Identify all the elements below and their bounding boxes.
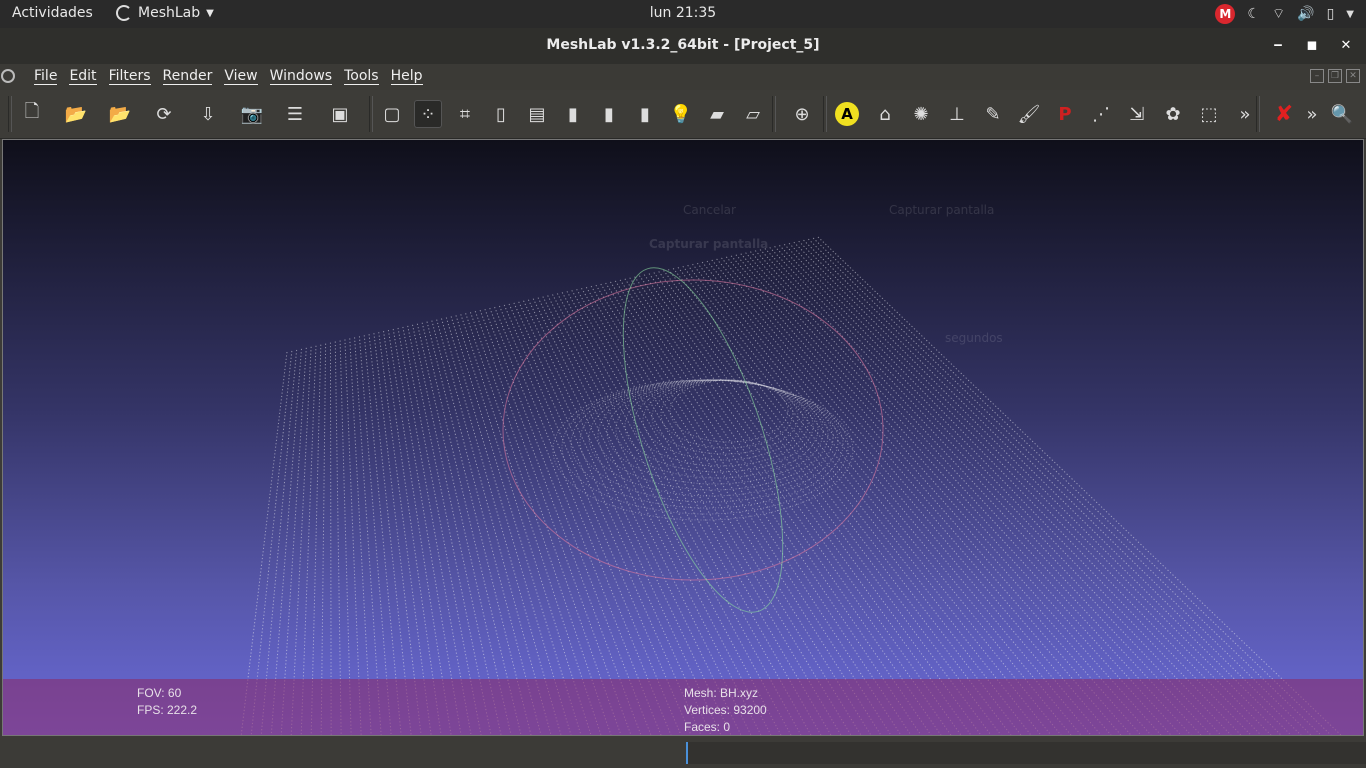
face-count: Faces: 0 xyxy=(684,720,731,734)
mdi-close-icon[interactable]: ✕ xyxy=(1346,69,1360,83)
points-icon[interactable]: ⁘ xyxy=(414,100,442,128)
meshlab-app-icon xyxy=(116,5,132,21)
import-mesh-icon[interactable]: 📂 xyxy=(106,100,134,128)
menu-label: Render xyxy=(162,68,213,85)
chevron-down-icon: ▼ xyxy=(206,7,214,19)
fps-readout: FPS: 222.2 xyxy=(137,703,198,717)
menu-windows[interactable]: Windows xyxy=(264,68,339,85)
window-title: MeshLab v1.3.2_64bit - [Project_5] xyxy=(546,37,820,53)
select-region-icon[interactable]: ⬚ xyxy=(1195,100,1223,128)
menu-label: View xyxy=(224,68,258,85)
activities-button[interactable]: Actividades xyxy=(12,5,93,21)
menu-label: Help xyxy=(390,68,423,85)
battery-icon[interactable]: ▯ xyxy=(1327,6,1335,22)
select-vertices-icon[interactable]: ✺ xyxy=(907,100,935,128)
menu-label: Edit xyxy=(69,68,97,85)
app-menu-label: MeshLab xyxy=(138,5,201,21)
toolbar-overflow-1-icon[interactable]: » xyxy=(1231,100,1259,128)
toolbar-separator xyxy=(823,96,827,132)
color-icon[interactable]: ✿ xyxy=(1159,100,1187,128)
bounding-box-icon[interactable]: ▢ xyxy=(378,100,406,128)
texture-icon[interactable]: ▮ xyxy=(631,100,659,128)
toolbar-separator xyxy=(772,96,776,132)
raster-icon[interactable]: ▣ xyxy=(326,100,354,128)
menu-file[interactable]: File xyxy=(28,68,63,85)
minimize-button[interactable]: ‒ xyxy=(1268,34,1288,56)
toolbar-overflow-2-icon[interactable]: » xyxy=(1298,100,1326,128)
clock[interactable]: lun 21:35 xyxy=(650,5,716,21)
app-menu-button[interactable]: MeshLab ▼ xyxy=(116,5,214,21)
menu-label: Windows xyxy=(269,68,333,85)
main-toolbar: 🗋 📂 📂 ⟳ ⇩ 📷 ☰ ▣ ▢ ⁘ ⌗ ▯ ▤ ▮ ▮ ▮ 💡 ▰ ▱ ⊕ A ⌂ ✺ ⊥ ✎ 🖌 P ⋰ ⇲ ✿ ⬚» ✘» 🔍 xyxy=(0,90,1366,139)
vertex-count: Vertices: 93200 xyxy=(684,703,767,717)
window-title-bar[interactable]: MeshLab v1.3.2_64bit - [Project_5] ‒ ◼ ✕ xyxy=(0,28,1366,64)
trackball-icon[interactable]: ⊕ xyxy=(788,100,816,128)
progress-bar xyxy=(686,742,1366,764)
open-project-icon[interactable]: 📂 xyxy=(62,100,90,128)
manipulator-icon[interactable]: ⇲ xyxy=(1123,100,1151,128)
backface-icon[interactable]: ▰ xyxy=(703,100,731,128)
mesh-name: Mesh: BH.xyz xyxy=(684,686,759,700)
annotate-icon[interactable]: A xyxy=(835,102,859,126)
close-button[interactable]: ✕ xyxy=(1336,34,1356,56)
reload-icon[interactable]: ⟳ xyxy=(150,100,178,128)
layers-icon[interactable]: ☰ xyxy=(281,100,309,128)
flat-lines-icon[interactable]: ▤ xyxy=(523,100,551,128)
measure-icon[interactable]: ⌂ xyxy=(871,100,899,128)
align-icon[interactable]: ⊥ xyxy=(943,100,971,128)
ghost-capture-button-label: Capturar pantalla xyxy=(889,203,995,217)
gnome-top-bar: Actividades MeshLab ▼ lun 21:35 M ☾ ⌔ 🔊 … xyxy=(0,0,1366,28)
cull-icon[interactable]: ▱ xyxy=(739,100,767,128)
menu-label: Tools xyxy=(344,68,379,85)
ghost-seconds-label: segundos xyxy=(945,331,1003,345)
menu-help[interactable]: Help xyxy=(385,68,429,85)
search-icon[interactable]: 🔍 xyxy=(1328,100,1356,128)
mega-icon[interactable]: M xyxy=(1215,4,1236,24)
hidden-lines-icon[interactable]: ▯ xyxy=(487,100,515,128)
export-mesh-icon[interactable]: ⇩ xyxy=(194,100,222,128)
pickpoints-icon[interactable]: P xyxy=(1051,100,1079,128)
toolbar-separator xyxy=(369,96,373,132)
brush-icon[interactable]: 🖌 xyxy=(1015,100,1043,128)
maximize-button[interactable]: ◼ xyxy=(1302,34,1322,56)
smooth-icon[interactable]: ▮ xyxy=(595,100,623,128)
snapshot-icon[interactable]: 📷 xyxy=(238,100,266,128)
volume-icon[interactable]: 🔊 xyxy=(1297,6,1314,22)
3d-viewport[interactable]: Cancelar Capturar pantalla Capturar pant… xyxy=(2,139,1364,736)
system-tray[interactable]: M ☾ ⌔ 🔊 ▯ ▼ xyxy=(1215,4,1354,24)
light-icon[interactable]: 💡 xyxy=(667,100,695,128)
menu-label: Filters xyxy=(108,68,151,85)
wifi-icon[interactable]: ⌔ xyxy=(1272,5,1285,23)
system-menu-chevron-icon[interactable]: ▼ xyxy=(1346,9,1354,20)
menu-bar: File Edit Filters Render View Windows Tools Hel… xyxy=(0,64,1366,90)
toolbar-separator xyxy=(8,96,12,132)
select-faces-icon[interactable]: ⋰ xyxy=(1087,100,1115,128)
ghost-cancel-label: Cancelar xyxy=(683,203,736,217)
mdi-restore-icon[interactable]: ❐ xyxy=(1328,69,1342,83)
meshlab-logo-icon xyxy=(1,69,15,83)
night-light-icon[interactable]: ☾ xyxy=(1247,6,1260,22)
paint-icon[interactable]: ✎ xyxy=(979,100,1007,128)
mdi-minimize-icon[interactable]: – xyxy=(1310,69,1324,83)
wireframe-icon[interactable]: ⌗ xyxy=(451,100,479,128)
menu-view[interactable]: View xyxy=(218,68,263,85)
fov-readout: FOV: 60 xyxy=(137,686,182,700)
ghost-capture-title: Capturar pantalla xyxy=(649,237,769,251)
delete-layer-icon[interactable]: ✘ xyxy=(1270,100,1298,128)
menu-label: File xyxy=(34,68,58,85)
flat-icon[interactable]: ▮ xyxy=(559,100,587,128)
menu-tools[interactable]: Tools xyxy=(338,68,385,85)
menu-edit[interactable]: Edit xyxy=(63,68,102,85)
ghost-dialog-overlay: Cancelar Capturar pantalla Capturar pant… xyxy=(639,191,1005,345)
new-project-icon[interactable]: 🗋 xyxy=(18,100,46,128)
status-bar xyxy=(0,738,1366,768)
menu-filters[interactable]: Filters xyxy=(103,68,157,85)
menu-render[interactable]: Render xyxy=(157,68,219,85)
viewport-info-bar: FOV: 60 FPS: 222.2 Mesh: BH.xyz Vertices… xyxy=(3,679,1363,735)
